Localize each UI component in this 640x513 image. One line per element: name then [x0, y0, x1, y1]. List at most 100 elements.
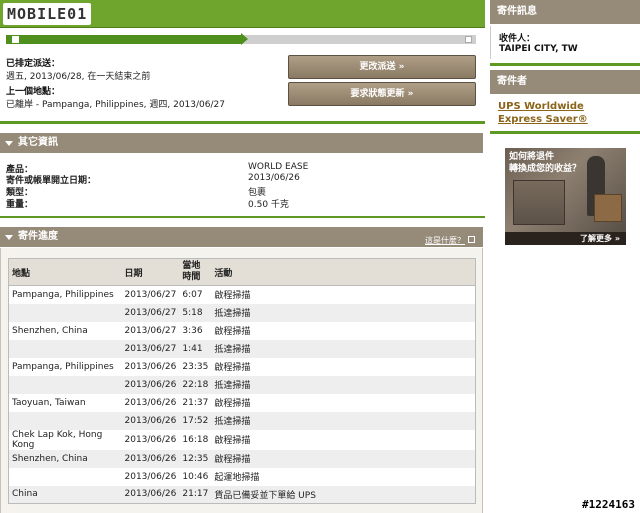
scheduled-delivery-label: 已排定派送： [6, 59, 61, 69]
cell-time: 5:18 [179, 303, 212, 322]
table-row: 2013/06/27 1:41 抵達掃描 [8, 339, 476, 358]
scheduled-delivery-value: 週五, 2013/06/28, 在一天結束之前 [6, 72, 151, 82]
service-link[interactable]: UPS Worldwide Express Saver® [498, 100, 632, 126]
cell-location [8, 339, 122, 358]
cell-location: Chek Lap Kok, Hong Kong [12, 429, 103, 450]
popup-icon [468, 236, 475, 243]
cell-date: 2013/06/26 [124, 361, 177, 372]
cell-location [8, 411, 122, 430]
table-row: Shenzhen, China 2013/06/26 12:35 啟程掃描 [8, 449, 476, 468]
site-logo: MOBILE01 [3, 3, 92, 25]
sidebar-divider [490, 63, 640, 66]
delivery-progress-bar [6, 32, 476, 46]
tracking-panel: 地點 日期 當地 時間 活動 Pampanga, Philippines 2013… [0, 248, 483, 513]
cell-activity: 抵達掃描 [211, 339, 476, 358]
progress-end-marker [465, 36, 472, 43]
request-status-update-button[interactable]: 要求狀態更新 » [288, 82, 476, 106]
what-is-this-label: 這是什麼？ [425, 236, 465, 245]
last-location: 上一個地點： 已離岸 - Pampanga, Philippines, 週四, … [6, 84, 225, 110]
cell-location [9, 468, 122, 486]
change-delivery-button[interactable]: 更改派送 » [288, 55, 476, 79]
table-row: Chek Lap Kok, Hong Kong 2013/06/26 16:18 啟程… [9, 430, 476, 450]
cell-date: 2013/06/27 [124, 325, 177, 336]
cell-activity: 起運地掃描 [214, 473, 260, 483]
ad-photo-boxes [594, 194, 622, 222]
scheduled-delivery: 已排定派送： 週五, 2013/06/28, 在一天結束之前 [6, 56, 150, 82]
cell-date: 2013/06/27 [121, 339, 180, 358]
cell-time: 6:07 [182, 289, 203, 300]
ad-headline-line1: 如何將退件 [509, 152, 555, 162]
table-row: 2013/06/27 5:18 抵達掃描 [8, 303, 476, 322]
cell-time: 17:52 [179, 411, 212, 430]
cell-date: 2013/06/26 [121, 375, 180, 394]
cell-location: Taoyuan, Taiwan [12, 397, 86, 408]
cell-time: 23:35 [182, 361, 209, 372]
table-row: 2013/06/26 10:46 起運地掃描 [9, 468, 476, 486]
cell-time: 21:17 [179, 485, 212, 504]
cell-location: Pampanga, Philippines [12, 289, 114, 300]
product-value: WORLD EASE [248, 162, 309, 172]
cell-location [8, 375, 122, 394]
other-info-row: 重量： 0.50 千克 [6, 197, 476, 210]
service-box: UPS Worldwide Express Saver® [490, 95, 640, 130]
cell-time: 10:46 [182, 471, 209, 482]
table-row: Pampanga, Philippines 2013/06/26 23:35 啟程掃描 [9, 358, 476, 376]
cell-time: 22:18 [179, 375, 212, 394]
column-header-activity: 活動 [211, 258, 476, 286]
last-location-value: 已離岸 - Pampanga, Philippines, 週四, 2013/06… [6, 100, 225, 110]
learn-more-link[interactable]: 了解更多 » [505, 232, 626, 245]
recipient-label: 收件人： [499, 34, 536, 44]
cell-activity: 啟程掃描 [214, 363, 251, 373]
section-divider [0, 216, 485, 218]
other-info-panel: 產品： WORLD EASE 寄件或帳單開立日期： 2013/06/26 類型：… [0, 153, 483, 217]
header-bar: MOBILE01 [0, 0, 485, 28]
collapse-triangle-icon [5, 235, 13, 240]
cell-location: China [8, 485, 122, 504]
ad-headline-line2: 轉換成您的收益？ [509, 164, 582, 174]
main-column: MOBILE01 已排定派送： 週五, 2013/06/28, 在一天結束之前 … [0, 0, 485, 513]
cell-date: 2013/06/26 [121, 485, 180, 504]
progress-start-marker [12, 36, 19, 43]
cell-location: Shenzhen, China [8, 449, 122, 468]
tracking-header[interactable]: 寄件進度 這是什麼？ [0, 227, 483, 247]
service-link-line2: Express Saver® [498, 114, 588, 125]
cell-time: 21:37 [182, 397, 209, 408]
ship-date-value: 2013/06/26 [248, 173, 300, 183]
section-divider [0, 121, 485, 124]
cell-activity: 啟程掃描 [214, 291, 251, 302]
other-info-title: 其它資訊 [18, 137, 58, 148]
table-row: Taoyuan, Taiwan 2013/06/26 21:37 啟程掃描 [9, 394, 476, 412]
cell-date: 2013/06/26 [124, 397, 177, 408]
cell-date: 2013/06/26 [124, 434, 177, 445]
collapse-triangle-icon [5, 141, 13, 146]
tracking-title: 寄件進度 [18, 231, 58, 242]
table-header-row: 地點 日期 當地 時間 活動 [8, 258, 476, 286]
service-link-line1: UPS Worldwide [498, 101, 584, 112]
weight-value: 0.50 千克 [248, 200, 289, 210]
watermark: #1224163 [580, 498, 637, 511]
cell-activity: 啟程掃描 [211, 449, 476, 468]
cell-date: 2013/06/26 [121, 411, 180, 430]
cell-location: Pampanga, Philippines [12, 361, 114, 372]
sidebar-divider [490, 131, 640, 134]
table-row: China 2013/06/26 21:17 貨品已備妥並下單給 UPS [8, 485, 476, 504]
cell-location [8, 303, 122, 322]
ad-headline: 如何將退件 轉換成您的收益？ [509, 151, 581, 175]
cell-location: Shenzhen, China [12, 325, 88, 336]
shipment-info-header: 寄件訊息 [490, 0, 640, 24]
returns-ad-banner[interactable]: 如何將退件 轉換成您的收益？ 了解更多 » [505, 148, 626, 245]
recipient-value: TAIPEI CITY, TW [499, 44, 578, 54]
table-row: Pampanga, Philippines 2013/06/27 6:07 啟程掃描 [9, 286, 476, 304]
cell-time: 1:41 [179, 339, 212, 358]
progress-arrow-icon [241, 33, 248, 45]
cell-activity: 啟程掃描 [214, 327, 251, 337]
cell-time: 12:35 [179, 449, 212, 468]
column-header-local-time: 當地 時間 [179, 258, 212, 286]
other-info-row: 寄件或帳單開立日期： 2013/06/26 [6, 173, 476, 186]
cell-time: 16:18 [182, 434, 209, 445]
recipient-box: 收件人： TAIPEI CITY, TW [490, 26, 640, 59]
column-header-date: 日期 [121, 258, 180, 286]
cell-activity: 抵達掃描 [211, 411, 476, 430]
cell-time: 3:36 [182, 325, 203, 336]
other-info-header[interactable]: 其它資訊 [0, 133, 483, 153]
